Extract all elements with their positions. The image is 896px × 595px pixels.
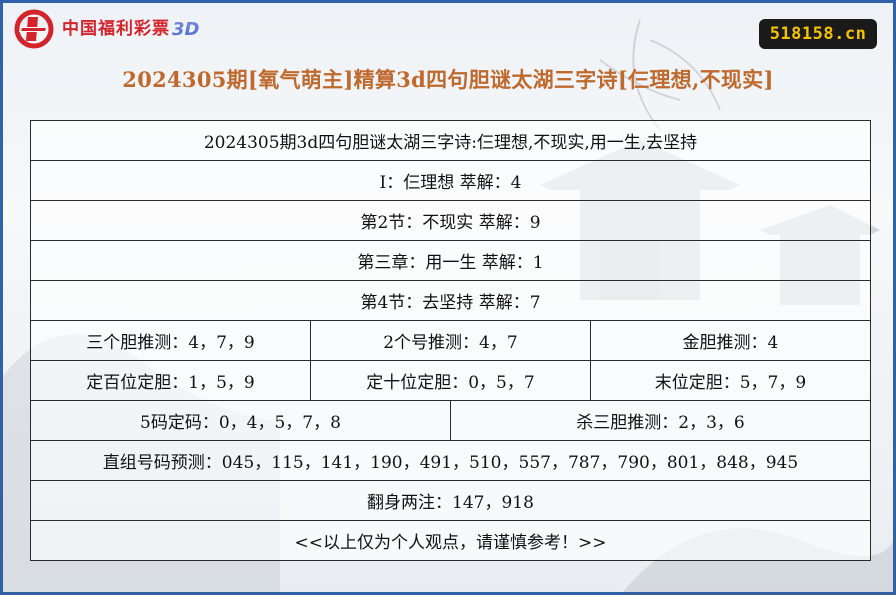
poem-cell: 2024305期3d四句胆谜太湖三字诗:仨理想,不现实,用一生,去坚持 [30, 120, 871, 161]
table-row: 5码定码：0，4，5，7，8 杀三胆推测：2，3，6 [30, 400, 872, 441]
table-row: 2024305期3d四句胆谜太湖三字诗:仨理想,不现实,用一生,去坚持 [30, 120, 871, 161]
disclaimer-cell: <<以上仅为个人观点，请谨慎参考！>> [30, 520, 871, 561]
tens-cell: 定十位定胆：0，5，7 [309, 360, 591, 401]
kill-three-cell: 杀三胆推测：2，3，6 [449, 400, 872, 441]
five-code-cell: 5码定码：0，4，5，7，8 [30, 400, 451, 441]
table-row: 直组号码预测：045，115，141，190，491，510，557，787，7… [30, 440, 871, 481]
prediction-table: 2024305期3d四句胆谜太湖三字诗:仨理想,不现实,用一生,去坚持 I：仨理… [30, 120, 872, 561]
direct-numbers-cell: 直组号码预测：045，115，141，190，491，510，557，787，7… [30, 440, 871, 481]
logo-3d-text: 3D [172, 18, 200, 40]
table-row: 定百位定胆：1，5，9 定十位定胆：0，5，7 末位定胆：5，7，9 [30, 360, 872, 401]
verse-3-cell: 第三章：用一生 萃解：1 [30, 240, 871, 281]
three-dan-cell: 三个胆推测：4，7，9 [30, 320, 311, 361]
hundreds-cell: 定百位定胆：1，5，9 [30, 360, 311, 401]
units-cell: 末位定胆：5，7，9 [589, 360, 872, 401]
table-row: <<以上仅为个人观点，请谨慎参考！>> [30, 520, 871, 561]
verse-4-cell: 第4节：去坚持 萃解：7 [30, 280, 871, 321]
table-row: 第三章：用一生 萃解：1 [30, 240, 871, 281]
logo-text: 中国福利彩票 [62, 18, 170, 39]
two-number-cell: 2个号推测：4，7 [309, 320, 591, 361]
table-row: 第4节：去坚持 萃解：7 [30, 280, 871, 321]
table-row: 第2节：不现实 萃解：9 [30, 200, 871, 241]
welfare-lottery-logo-icon [14, 9, 54, 49]
gold-dan-cell: 金胆推测：4 [589, 320, 872, 361]
table-row: 三个胆推测：4，7，9 2个号推测：4，7 金胆推测：4 [30, 320, 872, 361]
table-row: I：仨理想 萃解：4 [30, 160, 871, 201]
page-title: 2024305期[氧气萌主]精算3d四句胆谜太湖三字诗[仨理想,不现实] [122, 67, 774, 92]
flip-bets-cell: 翻身两注：147，918 [30, 480, 871, 521]
header: 中国福利彩票 3D 518158.cn [0, 0, 896, 60]
verse-2-cell: 第2节：不现实 萃解：9 [30, 200, 871, 241]
site-badge[interactable]: 518158.cn [759, 19, 877, 49]
verse-1-cell: I：仨理想 萃解：4 [30, 160, 871, 201]
lottery-logo[interactable]: 中国福利彩票 3D [12, 9, 199, 49]
table-row: 翻身两注：147，918 [30, 480, 871, 521]
